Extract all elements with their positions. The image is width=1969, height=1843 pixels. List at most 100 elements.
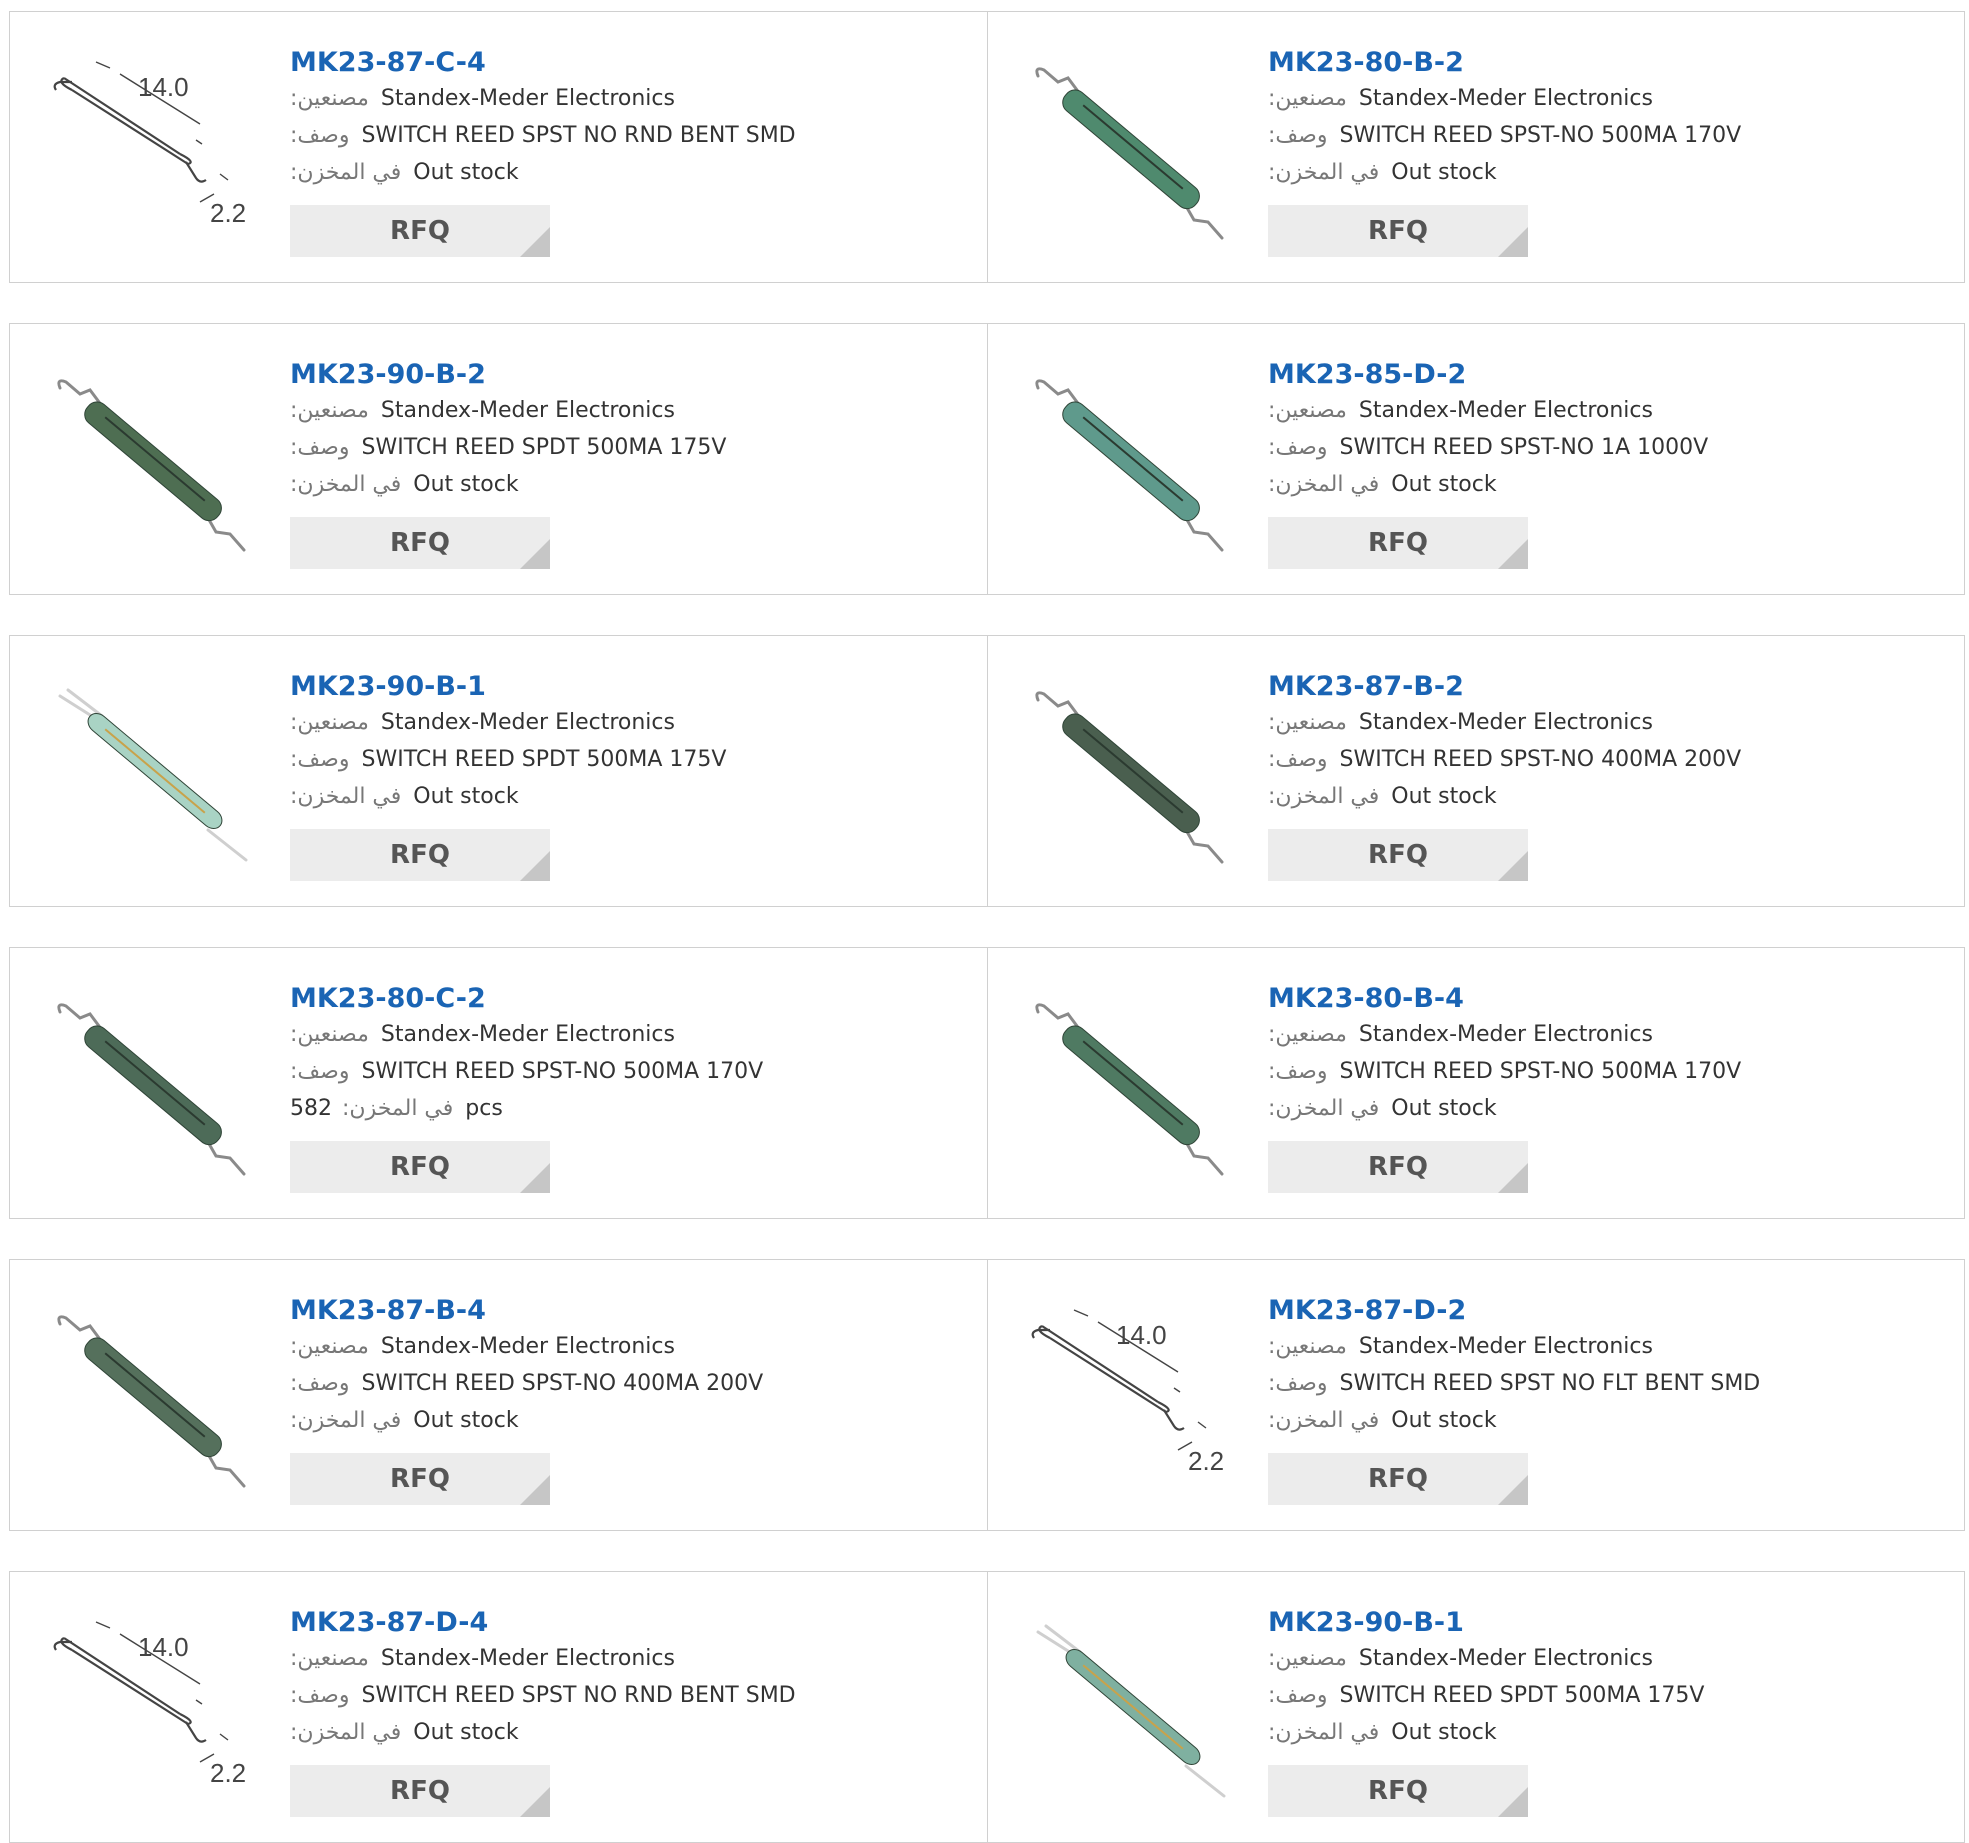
product-part-number-link[interactable]: MK23-87-D-2 (1268, 1294, 1944, 1328)
product-card: MK23-80-C-2 مصنعين: Standex-Meder Electro… (10, 948, 987, 1218)
manufacturer-label: مصنعين: (1268, 710, 1347, 735)
manufacturer-line: مصنعين: Standex-Meder Electronics (1268, 1016, 1944, 1053)
manufacturer-value: Standex-Meder Electronics (1358, 398, 1653, 423)
product-image-svg (1028, 676, 1238, 876)
product-image[interactable]: 14.0 2.2 (50, 52, 260, 252)
stock-label: في المخزن: (290, 784, 402, 809)
stock-value: Out stock (1391, 472, 1497, 497)
rfq-button[interactable]: RFQ (290, 1141, 550, 1193)
product-image[interactable] (1028, 988, 1238, 1188)
manufacturer-line: مصنعين: Standex-Meder Electronics (1268, 1640, 1944, 1677)
product-part-number-link[interactable]: MK23-80-B-4 (1268, 982, 1944, 1016)
description-line: وصف: SWITCH REED SPDT 500MA 175V (1268, 1677, 1944, 1714)
product-image-svg: 14.0 2.2 (50, 1612, 260, 1812)
description-value: SWITCH REED SPST-NO 500MA 170V (1339, 123, 1742, 148)
stock-line: في المخزن: Out stock (290, 1714, 967, 1751)
manufacturer-value: Standex-Meder Electronics (1358, 710, 1653, 735)
rfq-label: RFQ (1368, 528, 1428, 558)
rfq-button[interactable]: RFQ (290, 1453, 550, 1505)
stock-line: في المخزن: Out stock (1268, 154, 1944, 191)
product-image[interactable] (50, 988, 260, 1188)
stock-label: في المخزن: (290, 472, 402, 497)
product-image[interactable]: 14.0 2.2 (50, 1612, 260, 1812)
stock-line: في المخزن: Out stock (290, 466, 967, 503)
rfq-label: RFQ (1368, 840, 1428, 870)
product-row: 14.0 2.2 MK23-87-D-4 مصنعين: Standex-Meder… (9, 1571, 1965, 1843)
product-part-number-link[interactable]: MK23-80-B-2 (1268, 46, 1944, 80)
rfq-button[interactable]: RFQ (1268, 829, 1528, 881)
product-image[interactable] (1028, 52, 1238, 252)
product-image-svg: 14.0 2.2 (50, 52, 260, 252)
rfq-button[interactable]: RFQ (1268, 1453, 1528, 1505)
description-value: SWITCH REED SPDT 500MA 175V (361, 435, 727, 460)
rfq-corner-decoration (520, 1475, 550, 1505)
rfq-corner-decoration (1498, 1475, 1528, 1505)
description-label: وصف: (290, 747, 350, 772)
rfq-button[interactable]: RFQ (1268, 517, 1528, 569)
product-info: MK23-87-C-4 مصنعين: Standex-Meder Electro… (290, 46, 967, 257)
description-value: SWITCH REED SPST-NO 400MA 200V (361, 1371, 764, 1396)
description-line: وصف: SWITCH REED SPDT 500MA 175V (290, 429, 967, 466)
rfq-label: RFQ (390, 528, 450, 558)
manufacturer-label: مصنعين: (290, 1646, 369, 1671)
manufacturer-line: مصنعين: Standex-Meder Electronics (290, 1640, 967, 1677)
description-line: وصف: SWITCH REED SPST NO RND BENT SMD (290, 1677, 967, 1714)
rfq-label: RFQ (1368, 1152, 1428, 1182)
stock-line: في المخزن: Out stock (1268, 1714, 1944, 1751)
stock-quantity: 582 (290, 1096, 332, 1121)
product-part-number-link[interactable]: MK23-90-B-2 (290, 358, 967, 392)
product-part-number-link[interactable]: MK23-85-D-2 (1268, 358, 1944, 392)
rfq-button[interactable]: RFQ (290, 1765, 550, 1817)
stock-label: في المخزن: (1268, 1720, 1380, 1745)
product-info: MK23-90-B-1 مصنعين: Standex-Meder Electro… (290, 670, 967, 881)
product-image[interactable]: 14.0 2.2 (1028, 1300, 1238, 1500)
product-info: MK23-80-C-2 مصنعين: Standex-Meder Electro… (290, 982, 967, 1193)
manufacturer-value: Standex-Meder Electronics (380, 1646, 675, 1671)
product-card: MK23-80-B-4 مصنعين: Standex-Meder Electro… (987, 948, 1964, 1218)
rfq-label: RFQ (390, 1152, 450, 1182)
manufacturer-label: مصنعين: (290, 710, 369, 735)
product-part-number-link[interactable]: MK23-87-B-4 (290, 1294, 967, 1328)
product-part-number-link[interactable]: MK23-87-D-4 (290, 1606, 967, 1640)
manufacturer-line: مصنعين: Standex-Meder Electronics (1268, 704, 1944, 741)
description-value: SWITCH REED SPST NO FLT BENT SMD (1339, 1371, 1761, 1396)
product-card: 14.0 2.2 MK23-87-D-4 مصنعين: Standex-Meder… (10, 1572, 987, 1842)
manufacturer-value: Standex-Meder Electronics (1358, 86, 1653, 111)
rfq-corner-decoration (520, 1163, 550, 1193)
product-part-number-link[interactable]: MK23-90-B-1 (1268, 1606, 1944, 1640)
stock-label: في المخزن: (1268, 160, 1380, 185)
product-image[interactable] (1028, 676, 1238, 876)
description-line: وصف: SWITCH REED SPST NO RND BENT SMD (290, 117, 967, 154)
product-image[interactable] (50, 364, 260, 564)
product-part-number-link[interactable]: MK23-87-B-2 (1268, 670, 1944, 704)
product-image[interactable] (1028, 364, 1238, 564)
manufacturer-label: مصنعين: (1268, 398, 1347, 423)
product-image[interactable] (50, 1300, 260, 1500)
product-part-number-link[interactable]: MK23-80-C-2 (290, 982, 967, 1016)
rfq-button[interactable]: RFQ (290, 205, 550, 257)
product-info: MK23-87-D-4 مصنعين: Standex-Meder Electro… (290, 1606, 967, 1817)
product-part-number-link[interactable]: MK23-87-C-4 (290, 46, 967, 80)
rfq-button[interactable]: RFQ (290, 829, 550, 881)
product-info: MK23-80-B-2 مصنعين: Standex-Meder Electro… (1268, 46, 1944, 257)
stock-value: Out stock (1391, 1408, 1497, 1433)
manufacturer-line: مصنعين: Standex-Meder Electronics (290, 392, 967, 429)
stock-line: 582 في المخزن: pcs (290, 1090, 967, 1127)
manufacturer-label: مصنعين: (290, 1334, 369, 1359)
product-card: MK23-87-B-4 مصنعين: Standex-Meder Electro… (10, 1260, 987, 1530)
description-value: SWITCH REED SPST-NO 500MA 170V (1339, 1059, 1742, 1084)
product-info: MK23-80-B-4 مصنعين: Standex-Meder Electro… (1268, 982, 1944, 1193)
product-image[interactable] (50, 676, 260, 876)
product-part-number-link[interactable]: MK23-90-B-1 (290, 670, 967, 704)
product-image[interactable] (1028, 1612, 1238, 1812)
rfq-corner-decoration (1498, 1163, 1528, 1193)
product-image-svg (50, 988, 260, 1188)
product-image-svg (1028, 364, 1238, 564)
rfq-button[interactable]: RFQ (1268, 1141, 1528, 1193)
rfq-button[interactable]: RFQ (290, 517, 550, 569)
rfq-button[interactable]: RFQ (1268, 205, 1528, 257)
product-info: MK23-87-B-2 مصنعين: Standex-Meder Electro… (1268, 670, 1944, 881)
rfq-button[interactable]: RFQ (1268, 1765, 1528, 1817)
manufacturer-line: مصنعين: Standex-Meder Electronics (1268, 80, 1944, 117)
rfq-label: RFQ (390, 216, 450, 246)
